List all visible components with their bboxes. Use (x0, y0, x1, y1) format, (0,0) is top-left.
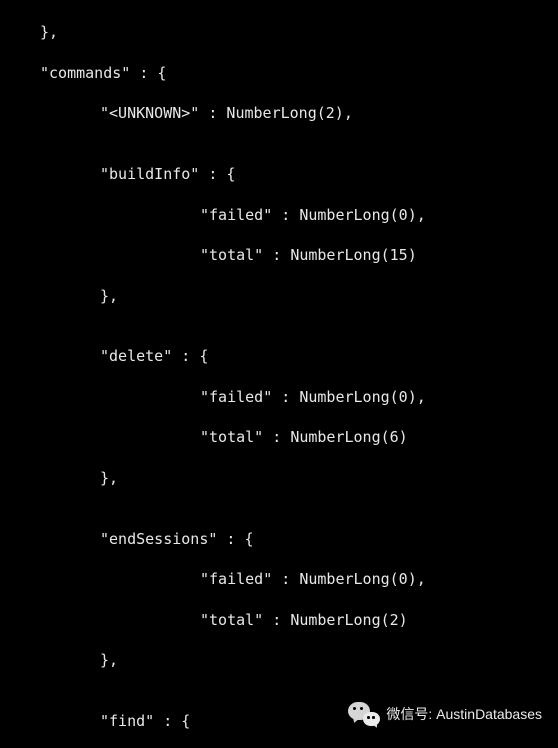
json-output: }, "commands" : { "<UNKNOWN>" : NumberLo… (0, 0, 558, 748)
entry-delete-open: "delete" : { (0, 346, 558, 366)
brace-close: }, (0, 650, 558, 670)
entry-find-open: "find" : { (0, 711, 558, 731)
entry-buildInfo-open: "buildInfo" : { (0, 164, 558, 184)
entry-endSessions-failed: "failed" : NumberLong(0), (0, 569, 558, 589)
brace-close: }, (0, 286, 558, 306)
entry-unknown: "<UNKNOWN>" : NumberLong(2), (0, 103, 558, 123)
entry-endSessions-total: "total" : NumberLong(2) (0, 610, 558, 630)
entry-delete-total: "total" : NumberLong(6) (0, 427, 558, 447)
entry-buildInfo-total: "total" : NumberLong(15) (0, 245, 558, 265)
commands-open: "commands" : { (0, 63, 558, 83)
entry-endSessions-open: "endSessions" : { (0, 529, 558, 549)
brace-close: }, (0, 22, 558, 42)
brace-close: }, (0, 468, 558, 488)
entry-buildInfo-failed: "failed" : NumberLong(0), (0, 205, 558, 225)
entry-delete-failed: "failed" : NumberLong(0), (0, 387, 558, 407)
